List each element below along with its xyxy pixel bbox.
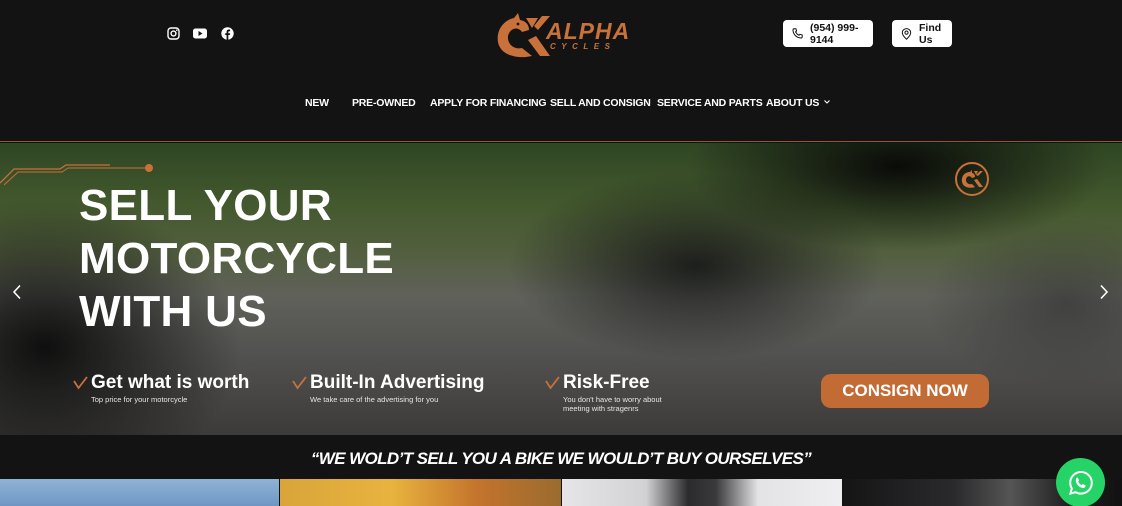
find-us-button[interactable]: Find Us (892, 20, 952, 47)
logo-wordmark: ALPHA (546, 18, 631, 44)
instagram-icon[interactable] (166, 26, 180, 40)
nav-item-new[interactable]: NEW (305, 97, 329, 109)
feature-subtitle: You don't have to worry about meeting wi… (563, 395, 662, 413)
headline-line: SELL YOUR (79, 181, 332, 230)
social-links (166, 26, 234, 40)
chevron-right-icon (1100, 284, 1109, 300)
check-icon (292, 376, 307, 390)
tagline: “WE WOLD’T SELL YOU A BIKE WE WOULD’T BU… (310, 449, 812, 468)
slider-next-button[interactable] (1092, 280, 1116, 304)
brand-badge (955, 162, 989, 196)
whatsapp-chat-button[interactable] (1056, 458, 1105, 506)
location-pin-icon (901, 27, 912, 40)
hero-slider: SELL YOUR MOTORCYCLE WITH US Get what is… (0, 143, 1122, 435)
check-icon (545, 376, 560, 390)
category-thumbnail[interactable] (280, 479, 561, 506)
logo-subtext: CYCLES (550, 42, 616, 51)
consign-now-button[interactable]: CONSIGN NOW (821, 374, 989, 408)
feature-item: Get what is worth Top price for your mot… (73, 372, 250, 404)
hero-headline: SELL YOUR MOTORCYCLE WITH US (79, 179, 479, 338)
brand-badge-icon (961, 170, 983, 188)
main-nav: NEW PRE-OWNED APPLY FOR FINANCING SELL A… (0, 97, 1122, 113)
brand-logo[interactable]: ALPHA CYCLES (492, 10, 632, 58)
chevron-down-icon (824, 100, 830, 104)
nav-item-sell-consign[interactable]: SELL AND CONSIGN (550, 97, 651, 109)
wolf-logo-icon (497, 13, 550, 58)
check-icon (73, 376, 88, 390)
site-header: ALPHA CYCLES (954) 999-9144 Find Us NEW … (0, 0, 1122, 142)
phone-icon (792, 28, 803, 39)
nav-item-financing[interactable]: APPLY FOR FINANCING (430, 97, 547, 109)
find-us-label: Find Us (919, 21, 942, 46)
feature-subtitle: We take care of the advertising for you (310, 395, 439, 404)
chevron-left-icon (12, 284, 21, 300)
nav-item-pre-owned[interactable]: PRE-OWNED (352, 97, 416, 109)
slider-prev-button[interactable] (5, 280, 29, 304)
category-thumbnails (0, 479, 1122, 506)
tagline-bar: “WE WOLD’T SELL YOU A BIKE WE WOULD’T BU… (0, 435, 1122, 479)
about-us-label: ABOUT US (766, 97, 820, 109)
phone-button[interactable]: (954) 999-9144 (783, 20, 873, 47)
headline-line: WITH US (79, 287, 267, 336)
nav-item-service-parts[interactable]: SERVICE AND PARTS (657, 97, 763, 109)
feature-title: Risk-Free (563, 372, 650, 393)
phone-label: (954) 999-9144 (810, 21, 859, 46)
category-thumbnail[interactable] (562, 479, 842, 506)
facebook-icon[interactable] (220, 26, 234, 40)
youtube-icon[interactable] (193, 26, 207, 40)
feature-subtitle: Top price for your motorcycle (91, 395, 188, 404)
feature-title: Get what is worth (91, 372, 250, 393)
whatsapp-icon (1068, 470, 1093, 495)
feature-item: Built-In Advertising We take care of the… (292, 372, 490, 404)
feature-title: Built-In Advertising (310, 372, 485, 393)
nav-item-about-us[interactable]: ABOUT US (766, 97, 831, 109)
category-thumbnail[interactable] (0, 479, 279, 506)
headline-line: MOTORCYCLE (79, 234, 395, 283)
feature-item: Risk-Free You don't have to worry about … (545, 372, 683, 413)
